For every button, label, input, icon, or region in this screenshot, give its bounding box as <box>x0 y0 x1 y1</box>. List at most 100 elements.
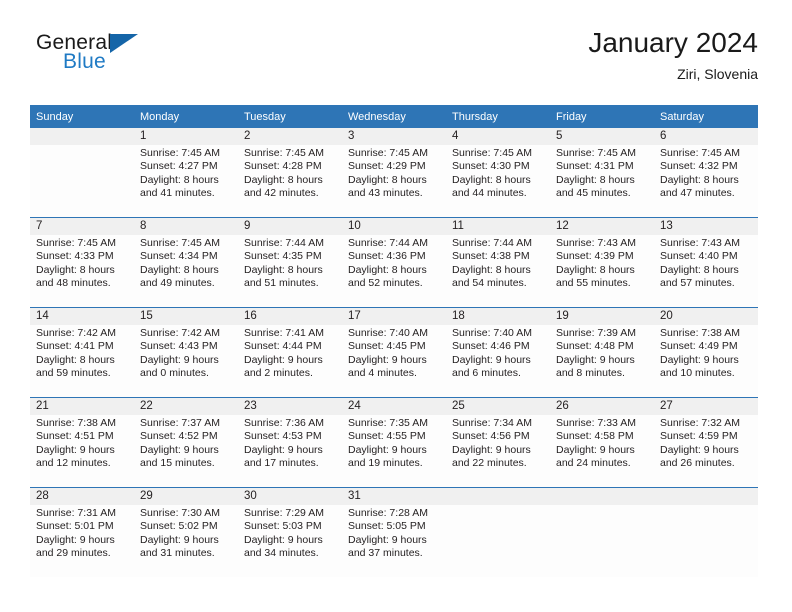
day-number-23[interactable]: 23 <box>238 397 342 415</box>
day-cell-30[interactable]: Sunrise: 7:29 AM Sunset: 5:03 PM Daylight:… <box>238 505 342 577</box>
day-number-2[interactable]: 2 <box>238 128 342 145</box>
day-sunset-text: Sunset: 5:03 PM <box>244 520 322 533</box>
day-number-24[interactable]: 24 <box>342 397 446 415</box>
day-sunset-text: Sunset: 4:59 PM <box>660 430 738 443</box>
day-number-22[interactable]: 22 <box>134 397 238 415</box>
day-cell-22[interactable]: Sunrise: 7:37 AM Sunset: 4:52 PM Daylight:… <box>134 415 238 488</box>
day-number-12[interactable]: 12 <box>550 217 654 235</box>
day-number-16[interactable]: 16 <box>238 307 342 325</box>
day-number-6[interactable]: 6 <box>654 128 758 145</box>
day-daylight-text: Daylight: 8 hours <box>36 263 115 276</box>
day-cell-5[interactable]: Sunrise: 7:45 AM Sunset: 4:31 PM Daylight:… <box>550 145 654 218</box>
day-sunset-text: Sunset: 4:33 PM <box>36 250 114 263</box>
weekday-header-saturday: Saturday <box>654 105 758 128</box>
day-daylight-text: Daylight: 8 hours <box>244 263 323 276</box>
day-sunset-text: Sunset: 4:44 PM <box>244 340 322 353</box>
day-cell-empty <box>446 505 550 577</box>
day-number-13[interactable]: 13 <box>654 217 758 235</box>
day-cell-24[interactable]: Sunrise: 7:35 AM Sunset: 4:55 PM Daylight:… <box>342 415 446 488</box>
day-cell-19[interactable]: Sunrise: 7:39 AM Sunset: 4:48 PM Daylight:… <box>550 325 654 398</box>
day-cell-2[interactable]: Sunrise: 7:45 AM Sunset: 4:28 PM Daylight:… <box>238 145 342 218</box>
day-number-26[interactable]: 26 <box>550 397 654 415</box>
day-daylight-text: Daylight: 8 hours <box>556 263 635 276</box>
day-daylight-text: and 48 minutes. <box>36 277 111 290</box>
day-number-14[interactable]: 14 <box>30 307 134 325</box>
day-daylight-text: Daylight: 8 hours <box>452 263 531 276</box>
day-sunset-text: Sunset: 4:49 PM <box>660 340 738 353</box>
day-number-15[interactable]: 15 <box>134 307 238 325</box>
day-number-25[interactable]: 25 <box>446 397 550 415</box>
day-cell-15[interactable]: Sunrise: 7:42 AM Sunset: 4:43 PM Daylight:… <box>134 325 238 398</box>
day-daylight-text: Daylight: 9 hours <box>556 443 635 456</box>
day-number-10[interactable]: 10 <box>342 217 446 235</box>
day-number-21[interactable]: 21 <box>30 397 134 415</box>
day-number-28[interactable]: 28 <box>30 487 134 505</box>
day-sunset-text: Sunset: 5:05 PM <box>348 520 426 533</box>
day-cell-3[interactable]: Sunrise: 7:45 AM Sunset: 4:29 PM Daylight:… <box>342 145 446 218</box>
day-number-31[interactable]: 31 <box>342 487 446 505</box>
day-daylight-text: Daylight: 9 hours <box>348 353 427 366</box>
day-number-29[interactable]: 29 <box>134 487 238 505</box>
day-cell-16[interactable]: Sunrise: 7:41 AM Sunset: 4:44 PM Daylight:… <box>238 325 342 398</box>
day-number-5[interactable]: 5 <box>550 128 654 145</box>
calendar-header-row: Sunday Monday Tuesday Wednesday Thursday Frid… <box>30 105 758 128</box>
day-cell-6[interactable]: Sunrise: 7:45 AM Sunset: 4:32 PM Daylight:… <box>654 145 758 218</box>
day-sunrise-text: Sunrise: 7:37 AM <box>140 417 220 429</box>
day-number-18[interactable]: 18 <box>446 307 550 325</box>
day-number-17[interactable]: 17 <box>342 307 446 325</box>
day-cell-11[interactable]: Sunrise: 7:44 AM Sunset: 4:38 PM Daylight:… <box>446 235 550 308</box>
week-detail-row: Sunrise: 7:42 AM Sunset: 4:41 PM Daylight:… <box>30 325 758 398</box>
day-cell-23[interactable]: Sunrise: 7:36 AM Sunset: 4:53 PM Daylight:… <box>238 415 342 488</box>
day-cell-8[interactable]: Sunrise: 7:45 AM Sunset: 4:34 PM Daylight:… <box>134 235 238 308</box>
day-daylight-text: Daylight: 9 hours <box>660 353 739 366</box>
day-cell-20[interactable]: Sunrise: 7:38 AM Sunset: 4:49 PM Daylight:… <box>654 325 758 398</box>
day-number-1[interactable]: 1 <box>134 128 238 145</box>
day-number-11[interactable]: 11 <box>446 217 550 235</box>
day-daylight-text: and 8 minutes. <box>556 367 625 380</box>
day-cell-29[interactable]: Sunrise: 7:30 AM Sunset: 5:02 PM Daylight:… <box>134 505 238 577</box>
day-cell-28[interactable]: Sunrise: 7:31 AM Sunset: 5:01 PM Daylight:… <box>30 505 134 577</box>
day-cell-21[interactable]: Sunrise: 7:38 AM Sunset: 4:51 PM Daylight:… <box>30 415 134 488</box>
day-daylight-text: and 15 minutes. <box>140 457 215 470</box>
day-number-empty <box>654 487 758 505</box>
day-cell-9[interactable]: Sunrise: 7:44 AM Sunset: 4:35 PM Daylight:… <box>238 235 342 308</box>
day-cell-4[interactable]: Sunrise: 7:45 AM Sunset: 4:30 PM Daylight:… <box>446 145 550 218</box>
day-number-9[interactable]: 9 <box>238 217 342 235</box>
day-cell-13[interactable]: Sunrise: 7:43 AM Sunset: 4:40 PM Daylight:… <box>654 235 758 308</box>
brand-logo[interactable]: General Blue <box>34 32 274 92</box>
day-daylight-text: Daylight: 9 hours <box>36 533 115 546</box>
day-daylight-text: and 2 minutes. <box>244 367 313 380</box>
day-daylight-text: and 49 minutes. <box>140 277 215 290</box>
day-number-19[interactable]: 19 <box>550 307 654 325</box>
day-number-30[interactable]: 30 <box>238 487 342 505</box>
day-sunrise-text: Sunrise: 7:33 AM <box>556 417 636 429</box>
day-cell-31[interactable]: Sunrise: 7:28 AM Sunset: 5:05 PM Daylight:… <box>342 505 446 577</box>
day-sunset-text: Sunset: 4:48 PM <box>556 340 634 353</box>
day-number-7[interactable]: 7 <box>30 217 134 235</box>
day-cell-27[interactable]: Sunrise: 7:32 AM Sunset: 4:59 PM Daylight:… <box>654 415 758 488</box>
week-detail-row: Sunrise: 7:45 AM Sunset: 4:27 PM Daylight:… <box>30 145 758 218</box>
day-cell-1[interactable]: Sunrise: 7:45 AM Sunset: 4:27 PM Daylight:… <box>134 145 238 218</box>
day-cell-14[interactable]: Sunrise: 7:42 AM Sunset: 4:41 PM Daylight:… <box>30 325 134 398</box>
day-cell-26[interactable]: Sunrise: 7:33 AM Sunset: 4:58 PM Daylight:… <box>550 415 654 488</box>
day-sunset-text: Sunset: 5:02 PM <box>140 520 218 533</box>
day-cell-18[interactable]: Sunrise: 7:40 AM Sunset: 4:46 PM Daylight:… <box>446 325 550 398</box>
day-daylight-text: and 55 minutes. <box>556 277 631 290</box>
day-number-20[interactable]: 20 <box>654 307 758 325</box>
day-number-8[interactable]: 8 <box>134 217 238 235</box>
day-number-4[interactable]: 4 <box>446 128 550 145</box>
day-sunset-text: Sunset: 4:34 PM <box>140 250 218 263</box>
day-cell-12[interactable]: Sunrise: 7:43 AM Sunset: 4:39 PM Daylight:… <box>550 235 654 308</box>
day-sunset-text: Sunset: 4:46 PM <box>452 340 530 353</box>
day-cell-25[interactable]: Sunrise: 7:34 AM Sunset: 4:56 PM Daylight:… <box>446 415 550 488</box>
day-daylight-text: and 44 minutes. <box>452 187 527 200</box>
week-detail-row: Sunrise: 7:45 AM Sunset: 4:33 PM Daylight:… <box>30 235 758 308</box>
day-sunset-text: Sunset: 4:58 PM <box>556 430 634 443</box>
day-cell-10[interactable]: Sunrise: 7:44 AM Sunset: 4:36 PM Daylight:… <box>342 235 446 308</box>
day-cell-7[interactable]: Sunrise: 7:45 AM Sunset: 4:33 PM Daylight:… <box>30 235 134 308</box>
day-cell-17[interactable]: Sunrise: 7:40 AM Sunset: 4:45 PM Daylight:… <box>342 325 446 398</box>
day-sunset-text: Sunset: 4:52 PM <box>140 430 218 443</box>
day-daylight-text: Daylight: 9 hours <box>452 443 531 456</box>
day-number-3[interactable]: 3 <box>342 128 446 145</box>
day-number-27[interactable]: 27 <box>654 397 758 415</box>
